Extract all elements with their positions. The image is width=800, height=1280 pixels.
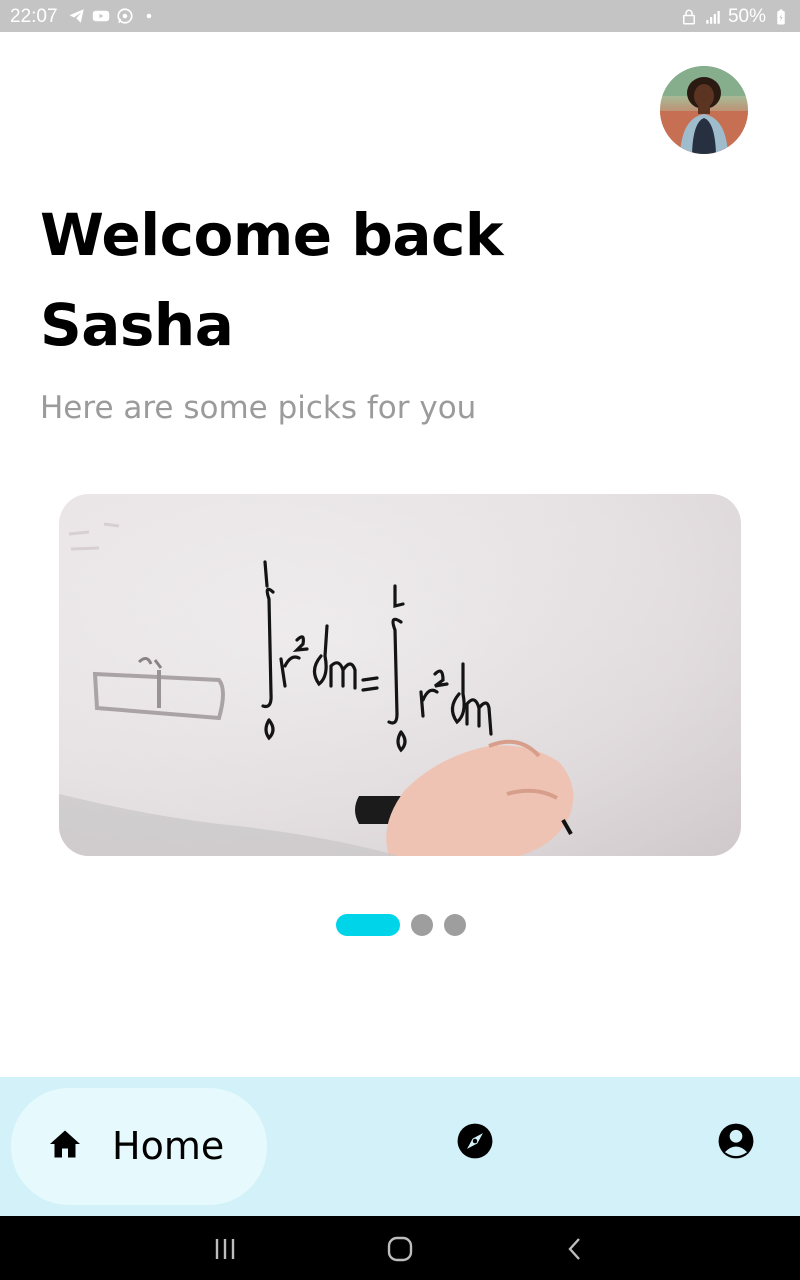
bottom-navigation: Home [0, 1077, 800, 1216]
telegram-icon [69, 9, 84, 23]
account-circle-icon[interactable] [717, 1122, 755, 1160]
avatar[interactable] [660, 66, 748, 154]
page-title: Welcome back Sasha [40, 201, 503, 359]
battery-icon [777, 9, 785, 25]
status-time: 22:07 [10, 6, 58, 27]
nav-item-home[interactable]: Home [11, 1088, 267, 1205]
battery-percent: 50% [727, 6, 766, 27]
youtube-icon [92, 10, 110, 22]
system-status: 50% [680, 6, 790, 28]
home-circle-icon[interactable] [385, 1234, 415, 1264]
whatsapp-icon [117, 8, 133, 24]
system-navigation-bar [0, 1216, 800, 1280]
lock-icon [682, 9, 695, 25]
dot-icon [146, 13, 152, 19]
carousel-indicator [336, 914, 466, 936]
recents-icon[interactable] [210, 1234, 240, 1264]
indicator-dot[interactable] [411, 914, 433, 936]
indicator-dot-active[interactable] [336, 914, 400, 936]
page-subtitle: Here are some picks for you [40, 390, 477, 426]
compass-icon[interactable] [456, 1122, 494, 1160]
carousel-card[interactable] [59, 494, 741, 856]
signal-icon [706, 11, 720, 24]
indicator-dot[interactable] [444, 914, 466, 936]
avatar-photo [660, 66, 748, 154]
back-icon[interactable] [560, 1234, 590, 1264]
nav-item-home-label: Home [112, 1124, 225, 1168]
home-icon [50, 1130, 80, 1158]
whiteboard-image [59, 494, 741, 856]
notification-icons [68, 7, 158, 25]
status-bar: 22:07 50% [0, 0, 800, 32]
